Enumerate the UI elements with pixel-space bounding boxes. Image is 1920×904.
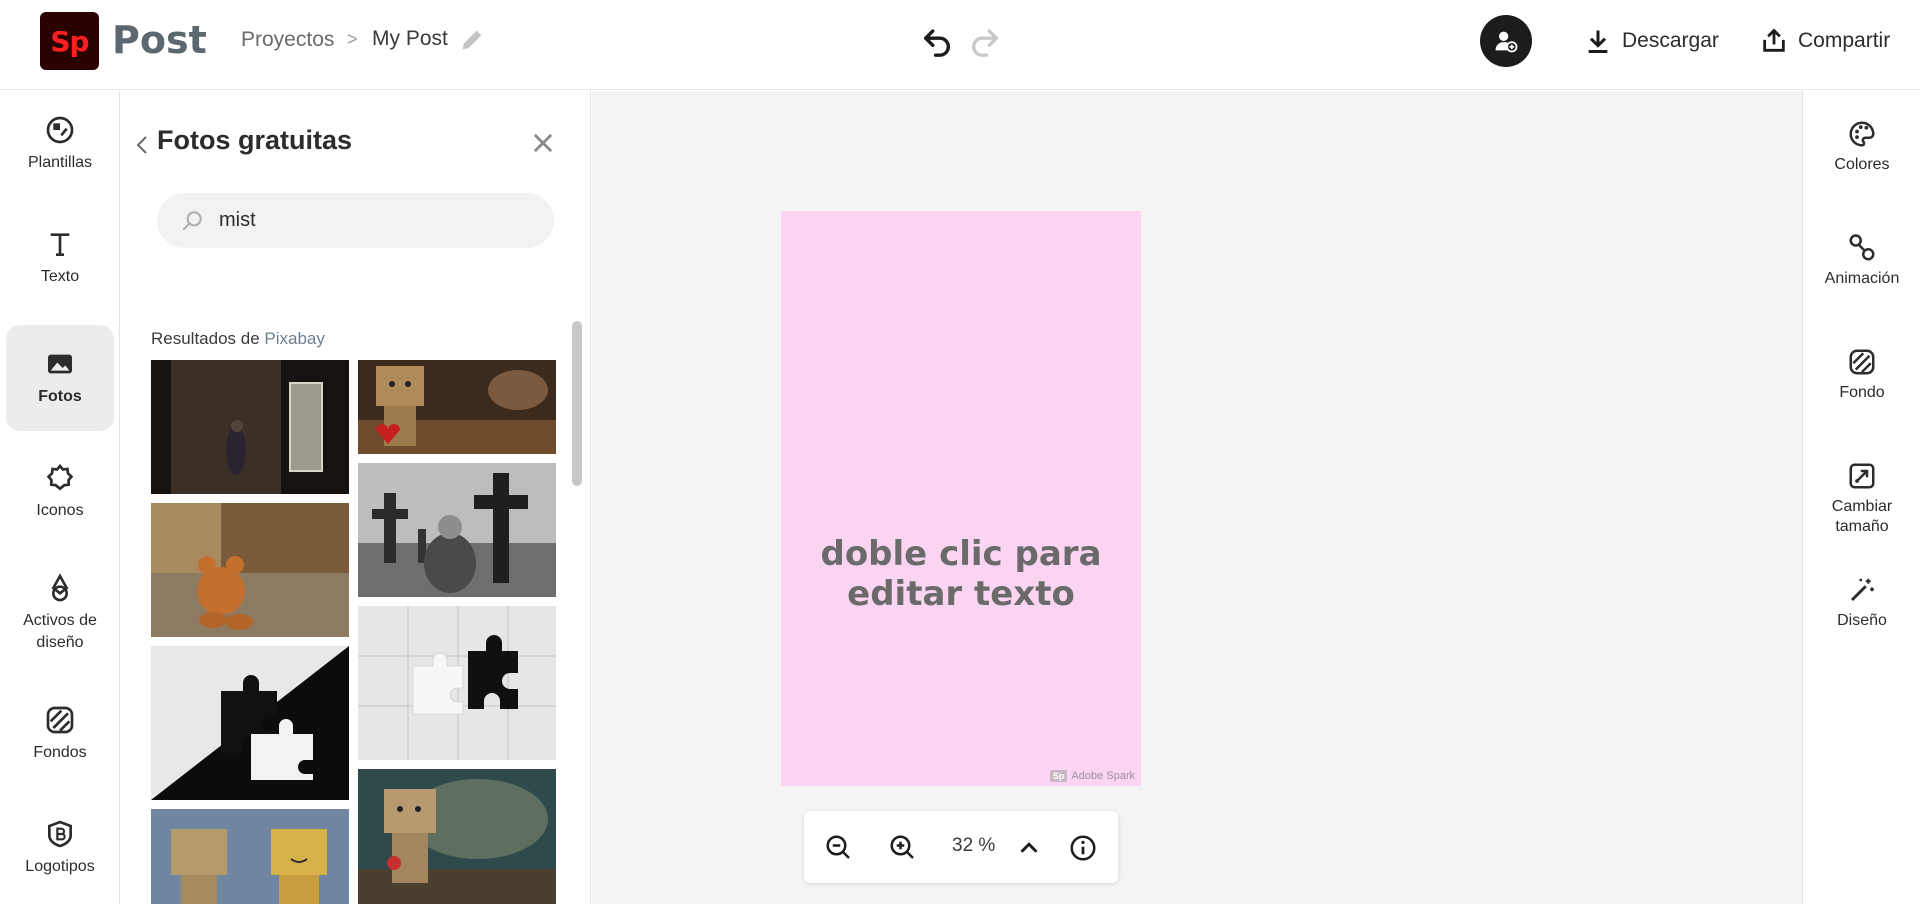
- watermark-text: Adobe Spark: [1071, 770, 1135, 782]
- right-nav-label: Diseño: [1837, 612, 1887, 629]
- spark-post-logo[interactable]: Sp: [40, 12, 99, 70]
- nav-label: Activos de diseño: [23, 612, 97, 651]
- text-icon: [50, 233, 70, 256]
- redo-icon[interactable]: [968, 24, 1002, 58]
- photo-icon: [48, 354, 72, 374]
- results-caption: Resultados de Pixabay: [151, 329, 325, 349]
- nav-item-templates[interactable]: Plantillas: [6, 91, 114, 197]
- breadcrumb-projects-link[interactable]: Proyectos: [241, 28, 334, 52]
- photo-danbo-mist: [358, 769, 556, 904]
- nav-item-logos[interactable]: Logotipos: [6, 795, 114, 901]
- right-item-resize[interactable]: Cambiar tamaño: [1803, 461, 1920, 537]
- add-user-icon: [1495, 31, 1518, 53]
- search-input[interactable]: [219, 201, 539, 239]
- right-item-design[interactable]: Diseño: [1803, 575, 1920, 631]
- panel-title: Fotos gratuitas: [157, 125, 353, 155]
- resize-icon: [1849, 463, 1875, 489]
- photo-thumbnail[interactable]: [151, 809, 349, 904]
- placeholder-text[interactable]: doble clic para editar texto: [781, 534, 1141, 614]
- backgrounds-icon: [46, 706, 74, 734]
- magic-wand-icon: [1850, 578, 1874, 602]
- share-label: Compartir: [1798, 29, 1891, 52]
- share-icon: [1763, 28, 1785, 52]
- zoom-out-icon[interactable]: [824, 833, 854, 863]
- templates-icon: [46, 116, 74, 144]
- invite-collaborator-button[interactable]: [1480, 15, 1532, 67]
- zoom-in-icon[interactable]: [888, 833, 918, 863]
- right-item-background[interactable]: Fondo: [1803, 347, 1920, 403]
- icons-icon: [46, 463, 74, 491]
- photo-thumbnail[interactable]: [358, 606, 556, 760]
- right-nav-label: Animación: [1824, 270, 1900, 287]
- photo-thumbnail[interactable]: [151, 503, 349, 637]
- right-item-animation[interactable]: Animación: [1803, 233, 1920, 289]
- chevron-up-icon[interactable]: [1014, 833, 1044, 863]
- post-artboard[interactable]: doble clic para editar texto Sp Adobe Spa…: [781, 211, 1141, 786]
- photo-puzzle-diagonal: [151, 646, 349, 800]
- photo-thumbnail[interactable]: [151, 360, 349, 494]
- photo-woman-by-window: [151, 360, 349, 494]
- breadcrumb-current-project[interactable]: My Post: [372, 27, 448, 51]
- right-nav-rail: Colores Animación Fondo Cambiar tamaño D…: [1802, 91, 1920, 904]
- pixabay-link[interactable]: Pixabay: [264, 329, 324, 348]
- download-icon: [1588, 30, 1608, 54]
- right-item-colors[interactable]: Colores: [1803, 119, 1920, 175]
- photo-thumbnail[interactable]: [358, 463, 556, 597]
- design-assets-icon: [51, 573, 69, 602]
- close-icon[interactable]: [529, 129, 557, 157]
- results-prefix: Resultados de: [151, 329, 265, 348]
- nav-label: Plantillas: [27, 154, 93, 171]
- palette-icon: [1849, 121, 1875, 147]
- breadcrumb-chevron-icon: >: [347, 29, 358, 49]
- photo-cardboard-robots: [151, 809, 349, 904]
- nav-label: Fondos: [33, 744, 87, 761]
- photo-thumbnail[interactable]: [358, 769, 556, 904]
- logo-text: Sp: [50, 24, 89, 58]
- undo-icon[interactable]: [920, 24, 954, 58]
- nav-item-icons[interactable]: Iconos: [6, 439, 114, 545]
- nav-item-text[interactable]: Texto: [6, 205, 114, 311]
- zoom-toolbar: 32 %: [804, 811, 1118, 883]
- nav-label: Logotipos: [25, 858, 95, 875]
- nav-label: Fotos: [38, 388, 82, 405]
- watermark-badge: Sp: [1049, 770, 1068, 782]
- logos-icon: [48, 820, 72, 848]
- background-icon: [1849, 349, 1875, 375]
- right-nav-label: Fondo: [1839, 384, 1885, 401]
- nav-item-photos[interactable]: Fotos: [6, 325, 114, 431]
- pencil-icon[interactable]: [458, 26, 486, 54]
- canvas-workspace: [592, 91, 1802, 904]
- photo-thumbnail[interactable]: [151, 646, 349, 800]
- photo-man-cemetery: [358, 463, 556, 597]
- animation-icon: [1849, 234, 1875, 261]
- panel-scrollbar[interactable]: [572, 321, 582, 486]
- right-nav-label: Colores: [1834, 156, 1890, 173]
- top-header: Sp Post Proyectos > My Post Descargar Co…: [0, 0, 1920, 90]
- app-name: Post: [112, 18, 207, 62]
- photo-teddy-bear: [151, 503, 349, 637]
- zoom-level[interactable]: 32 %: [952, 835, 995, 857]
- right-nav-label: Cambiar tamaño: [1831, 498, 1893, 535]
- share-button[interactable]: Compartir: [1760, 24, 1890, 58]
- free-photos-panel: Fotos gratuitas Resultados de Pixabay: [121, 91, 591, 904]
- download-label: Descargar: [1622, 29, 1719, 52]
- search-icon: [182, 211, 202, 231]
- chevron-left-icon[interactable]: [134, 133, 150, 157]
- photo-thumbnail[interactable]: [358, 360, 556, 454]
- download-button[interactable]: Descargar: [1584, 24, 1719, 58]
- left-nav-rail: Plantillas Texto Fotos Iconos Activos de…: [0, 91, 120, 904]
- info-icon[interactable]: [1068, 833, 1098, 863]
- adobe-spark-watermark: Sp Adobe Spark: [1049, 770, 1135, 782]
- nav-item-backgrounds[interactable]: Fondos: [6, 681, 114, 787]
- photo-search-box: [157, 193, 554, 248]
- photo-puzzle-missing-piece: [358, 606, 556, 760]
- nav-label: Texto: [40, 268, 80, 285]
- nav-item-design-assets[interactable]: Activos de diseño: [6, 553, 114, 673]
- photo-danbo-heart: [358, 360, 556, 454]
- nav-label: Iconos: [36, 502, 84, 519]
